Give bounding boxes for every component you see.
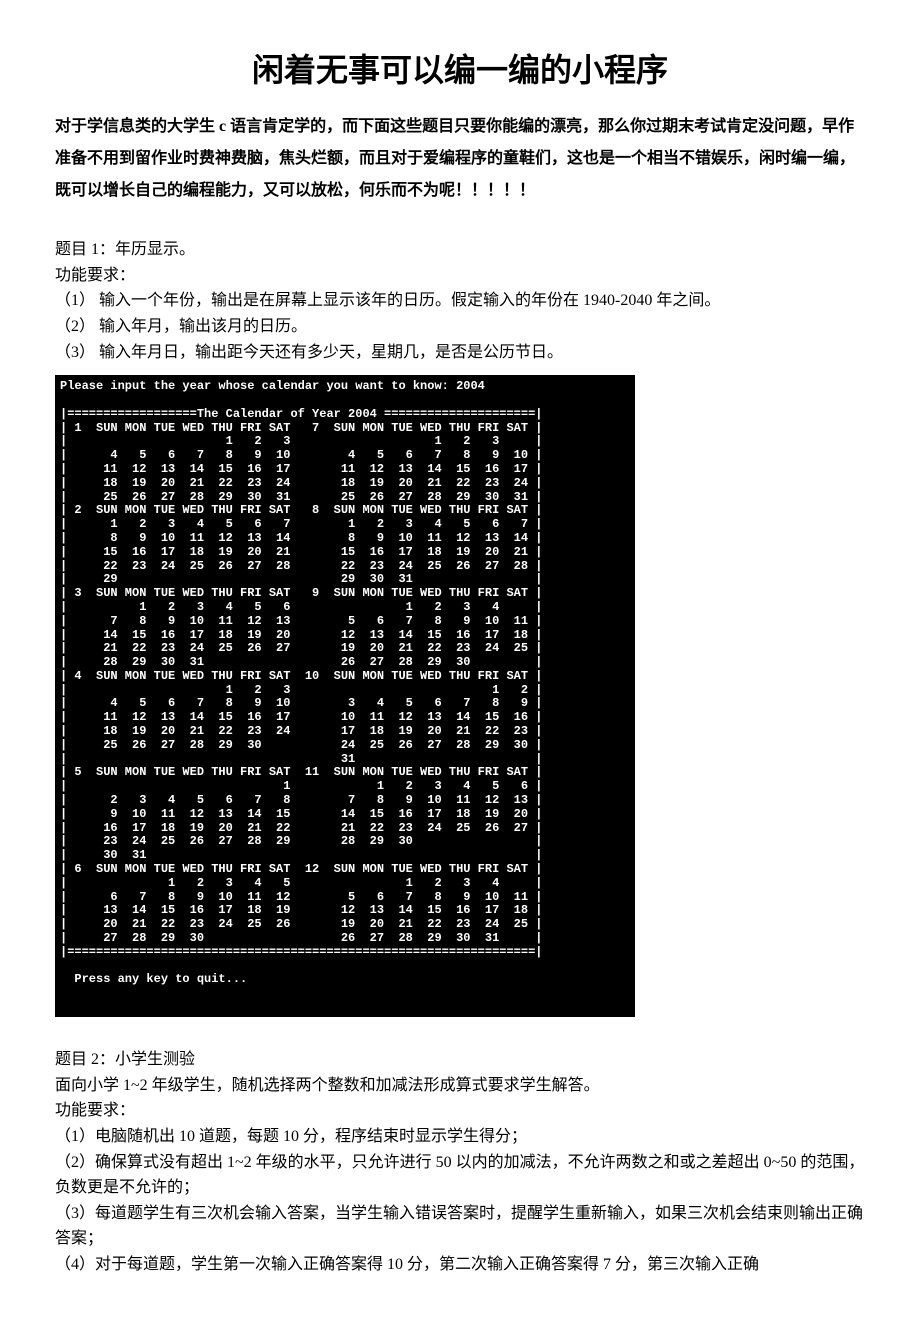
problem-2: 题目 2：小学生测验 面向小学 1~2 年级学生，随机选择两个整数和加减法形成算… — [55, 1047, 865, 1277]
problem-2-item-3: （3）每道题学生有三次机会输入答案，当学生输入错误答案时，提醒学生重新输入，如果… — [55, 1201, 865, 1252]
problem-2-req-label: 功能要求： — [55, 1098, 865, 1124]
problem-2-item-1: （1）电脑随机出 10 道题，每题 10 分，程序结束时显示学生得分； — [55, 1124, 865, 1150]
page-title: 闲着无事可以编一编的小程序 — [55, 45, 865, 96]
problem-2-item-4: （4）对于每道题，学生第一次输入正确答案得 10 分，第二次输入正确答案得 7 … — [55, 1252, 865, 1278]
problem-1: 题目 1：年历显示。 功能要求： （1） 输入一个年份，输出是在屏幕上显示该年的… — [55, 237, 865, 365]
problem-1-title: 题目 1：年历显示。 — [55, 237, 865, 263]
console-output: Please input the year whose calendar you… — [55, 375, 635, 1017]
problem-1-item-1: （1） 输入一个年份，输出是在屏幕上显示该年的日历。假定输入的年份在 1940-… — [55, 288, 865, 314]
problem-1-item-3: （3） 输入年月日，输出距今天还有多少天，星期几，是否是公历节日。 — [55, 340, 865, 366]
problem-2-desc: 面向小学 1~2 年级学生，随机选择两个整数和加减法形成算式要求学生解答。 — [55, 1073, 865, 1099]
problem-1-req-label: 功能要求： — [55, 263, 865, 289]
problem-2-title: 题目 2：小学生测验 — [55, 1047, 865, 1073]
intro-paragraph: 对于学信息类的大学生 c 语言肯定学的，而下面这些题目只要你能编的漂亮，那么你过… — [55, 111, 865, 207]
problem-1-item-2: （2） 输入年月，输出该月的日历。 — [55, 314, 865, 340]
problem-2-item-2: （2）确保算式没有超出 1~2 年级的水平，只允许进行 50 以内的加减法，不允… — [55, 1150, 865, 1201]
